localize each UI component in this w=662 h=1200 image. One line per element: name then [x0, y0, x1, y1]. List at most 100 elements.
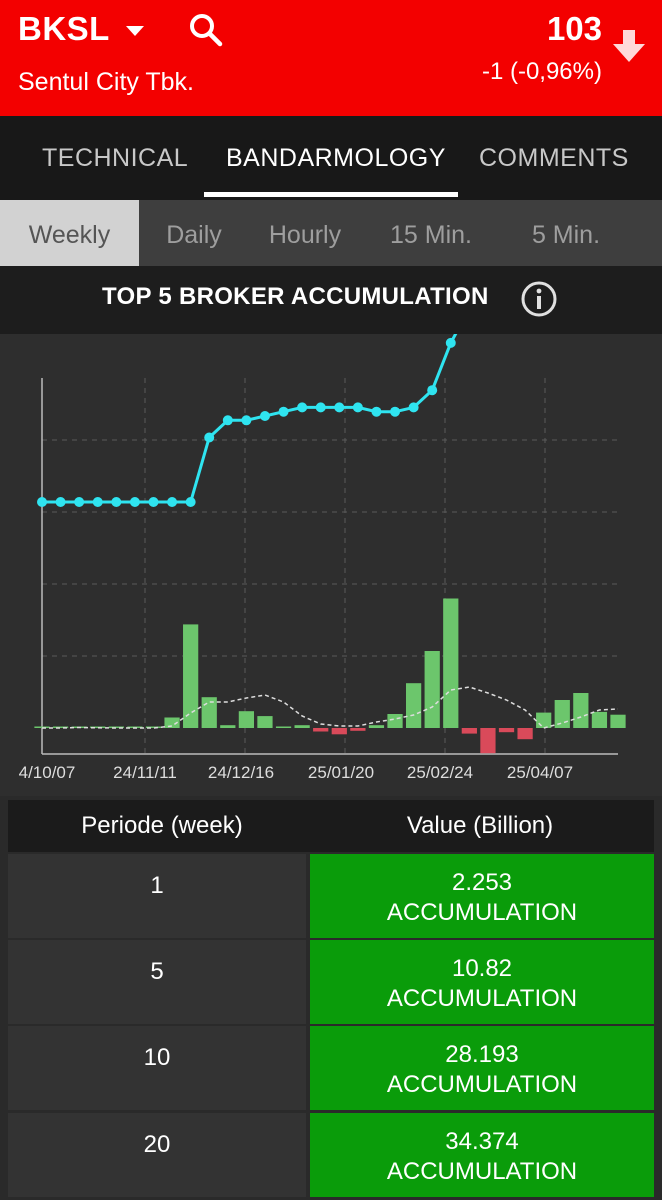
tab-comments[interactable]: COMMENTS	[479, 144, 629, 173]
volume-bar	[591, 711, 608, 728]
row-value-cell: 34.374 ACCUMULATION	[310, 1113, 654, 1197]
period-daily[interactable]: Daily	[139, 200, 249, 266]
row-value: 28.193	[445, 1041, 519, 1068]
volume-bar	[610, 714, 626, 728]
accumulation-point	[334, 402, 345, 413]
accumulation-point	[92, 497, 103, 507]
accumulation-chart: 4/10/07 24/11/11 24/12/16 25/01/20 25/02/24 2…	[0, 334, 662, 796]
down-arrow-icon	[613, 30, 645, 62]
volume-bar	[536, 712, 552, 728]
table-row: 20 34.374 ACCUMULATION	[8, 1113, 654, 1197]
volume-bar	[405, 683, 422, 728]
info-icon[interactable]	[520, 280, 558, 318]
accumulation-point	[408, 402, 419, 413]
period-weekly[interactable]: Weekly	[0, 200, 139, 266]
row-periode: 1	[8, 854, 306, 938]
accumulation-line	[42, 334, 458, 504]
header-value: Value (Billion)	[406, 812, 554, 839]
volume-bar	[201, 697, 217, 728]
section-title-bar: TOP 5 BROKER ACCUMULATION	[0, 266, 662, 334]
volume-bar	[517, 728, 533, 740]
main-tabs: TECHNICAL BANDARMOLOGY COMMENTS	[0, 116, 662, 200]
stock-header: BKSL Sentul City Tbk. 103 -1 (-0,96%)	[0, 0, 662, 116]
volume-bar	[554, 700, 570, 728]
volume-bar	[294, 725, 310, 728]
volume-bar	[257, 716, 273, 728]
accumulation-point	[315, 402, 326, 413]
volume-bar	[498, 728, 515, 733]
company-name: Sentul City Tbk.	[18, 68, 195, 96]
volume-bar	[480, 728, 496, 754]
accumulation-point	[371, 406, 382, 417]
average-line	[42, 686, 619, 729]
volume-bar	[183, 624, 199, 728]
x-tick-label: 25/01/20	[308, 763, 374, 782]
volume-bar	[461, 728, 477, 734]
accumulation-point	[74, 497, 85, 507]
volume-bar	[573, 693, 589, 728]
chart-svg: 4/10/07 24/11/11 24/12/16 25/01/20 25/02/24 2…	[19, 334, 626, 782]
x-tick-label: 24/11/11	[113, 763, 177, 782]
accumulation-point	[204, 432, 215, 443]
accumulation-point	[148, 497, 159, 507]
accumulation-point	[55, 497, 66, 507]
row-status: ACCUMULATION	[386, 985, 578, 1012]
tab-technical[interactable]: TECHNICAL	[42, 144, 188, 173]
table-header: Periode (week) Value (Billion)	[8, 800, 654, 852]
accumulation-point	[241, 415, 252, 426]
x-tick-label: 4/10/07	[19, 763, 76, 782]
x-tick-label: 25/02/24	[407, 763, 473, 782]
header-periode: Periode (week)	[81, 812, 243, 839]
accumulation-point	[297, 402, 308, 413]
volume-bar	[331, 728, 347, 735]
accumulation-point	[427, 385, 438, 396]
accumulation-point	[278, 406, 289, 417]
price-change: -1 (-0,96%)	[481, 58, 602, 85]
table-row: 1 2.253 ACCUMULATION	[8, 854, 654, 938]
volume-bar	[238, 711, 255, 728]
accumulation-point	[352, 402, 363, 413]
accumulation-point	[167, 497, 178, 507]
period-15min[interactable]: 15 Min.	[370, 200, 492, 266]
volume-bar	[387, 714, 403, 728]
accumulation-point	[37, 497, 47, 507]
accumulation-point	[185, 497, 196, 507]
accumulation-point	[259, 411, 270, 421]
tab-bandarmology[interactable]: BANDARMOLOGY	[226, 144, 446, 173]
accumulation-point	[129, 497, 140, 507]
period-5min[interactable]: 5 Min.	[505, 200, 627, 266]
volume-bar	[313, 728, 329, 732]
row-value: 10.82	[451, 955, 513, 982]
row-value: 2.253	[451, 869, 513, 896]
row-periode: 10	[8, 1026, 306, 1110]
volume-bar	[443, 598, 459, 728]
volume-bar	[220, 725, 236, 728]
row-status: ACCUMULATION	[386, 1071, 578, 1098]
row-value-cell: 10.82 ACCUMULATION	[310, 940, 654, 1024]
period-hourly[interactable]: Hourly	[249, 200, 361, 266]
row-value-cell: 2.253 ACCUMULATION	[310, 854, 654, 938]
row-value-cell: 28.193 ACCUMULATION	[310, 1026, 654, 1110]
volume-bar	[424, 651, 440, 728]
last-price: 103	[546, 10, 602, 47]
row-periode: 20	[8, 1113, 306, 1197]
ticker-symbol[interactable]: BKSL	[18, 10, 110, 48]
row-value: 34.374	[445, 1128, 519, 1155]
x-tick-label: 24/12/16	[208, 763, 274, 782]
accumulation-point	[445, 337, 456, 348]
accumulation-point	[222, 415, 233, 426]
table-row: 5 10.82 ACCUMULATION	[8, 940, 654, 1024]
chevron-down-icon[interactable]	[126, 26, 144, 36]
search-icon[interactable]	[186, 10, 226, 50]
row-periode: 5	[8, 940, 306, 1024]
volume-bar	[350, 728, 366, 731]
table-row: 10 28.193 ACCUMULATION	[8, 1026, 654, 1110]
x-tick-label: 25/04/07	[507, 763, 573, 782]
active-tab-indicator	[204, 192, 458, 197]
accumulation-point	[111, 497, 122, 507]
row-status: ACCUMULATION	[386, 899, 578, 926]
row-status: ACCUMULATION	[386, 1158, 578, 1185]
volume-bar	[368, 725, 385, 728]
section-title: TOP 5 BROKER ACCUMULATION	[102, 283, 489, 310]
volume-bar	[275, 726, 292, 728]
